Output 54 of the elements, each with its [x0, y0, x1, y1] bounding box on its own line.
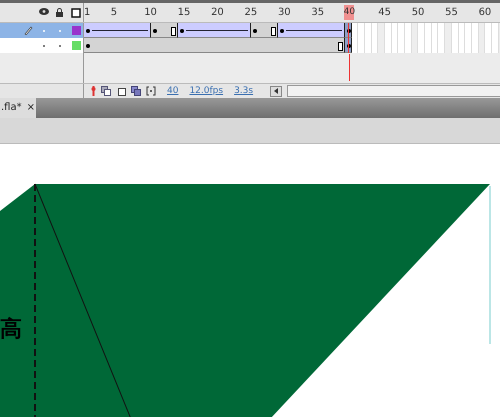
frame-span[interactable] [251, 23, 278, 38]
close-tab-button[interactable]: × [26, 102, 35, 113]
frame-cell[interactable] [418, 23, 426, 38]
current-frame[interactable]: 40 [167, 86, 178, 96]
frame-cell[interactable] [418, 38, 426, 53]
frame-span[interactable] [150, 23, 178, 38]
markers-icon[interactable] [146, 86, 156, 96]
onion-outline-icon[interactable] [116, 86, 126, 96]
eye-icon[interactable] [39, 8, 49, 15]
lock-icon[interactable] [56, 8, 63, 17]
onion-marker-icon[interactable] [91, 86, 96, 96]
stage-text: 高 [0, 319, 22, 341]
frame-number: 10 [144, 6, 157, 20]
frame-cell[interactable] [358, 38, 365, 53]
onion-skin-icon[interactable] [101, 86, 111, 96]
multiple-frames-icon[interactable] [131, 86, 141, 96]
frame-number: 1 [84, 6, 90, 20]
frame-number: 55 [445, 6, 458, 20]
frame-cell[interactable] [438, 23, 446, 38]
frame-cell[interactable] [425, 38, 432, 53]
document-tab[interactable]: .fla* × [0, 97, 36, 118]
layer-color-swatch[interactable] [72, 26, 81, 35]
playhead-line [348, 54, 350, 81]
frame-cell[interactable] [425, 23, 432, 38]
layer-color-swatch[interactable] [72, 41, 81, 50]
frame-number: 15 [178, 6, 190, 20]
playhead[interactable]: 40 [344, 5, 354, 20]
frame-number: 30 [278, 6, 291, 20]
frame-number: 60 [478, 6, 492, 20]
frame-cell[interactable] [405, 23, 412, 38]
frame-cell[interactable] [398, 23, 405, 38]
frame-cell[interactable] [438, 38, 446, 53]
frame-cell[interactable] [398, 38, 405, 53]
frame-number: 35 [311, 6, 324, 20]
frame-cell[interactable] [465, 38, 472, 53]
frame-number: 25 [244, 6, 258, 20]
frame-rate[interactable]: 12.0fps [189, 86, 224, 96]
frame-number: 50 [412, 6, 424, 20]
frame-number: 5 [110, 6, 118, 20]
frame-cell[interactable] [465, 23, 472, 38]
frame-cell[interactable] [485, 38, 492, 53]
left-arrow-icon [274, 88, 278, 94]
frame-number: 45 [378, 6, 391, 20]
outline-icon[interactable] [71, 8, 81, 18]
frame-cell[interactable] [405, 38, 412, 53]
tween-span[interactable] [84, 23, 151, 38]
frame-cell[interactable] [485, 23, 492, 38]
frame-number: 20 [211, 6, 224, 20]
scroll-left-button[interactable] [270, 86, 282, 96]
tween-span[interactable] [278, 23, 345, 38]
frame-cell[interactable] [358, 23, 365, 38]
tween-span[interactable] [178, 23, 252, 38]
elapsed-time: 3.3s [234, 86, 254, 96]
tab-title[interactable]: .fla* [1, 102, 22, 113]
